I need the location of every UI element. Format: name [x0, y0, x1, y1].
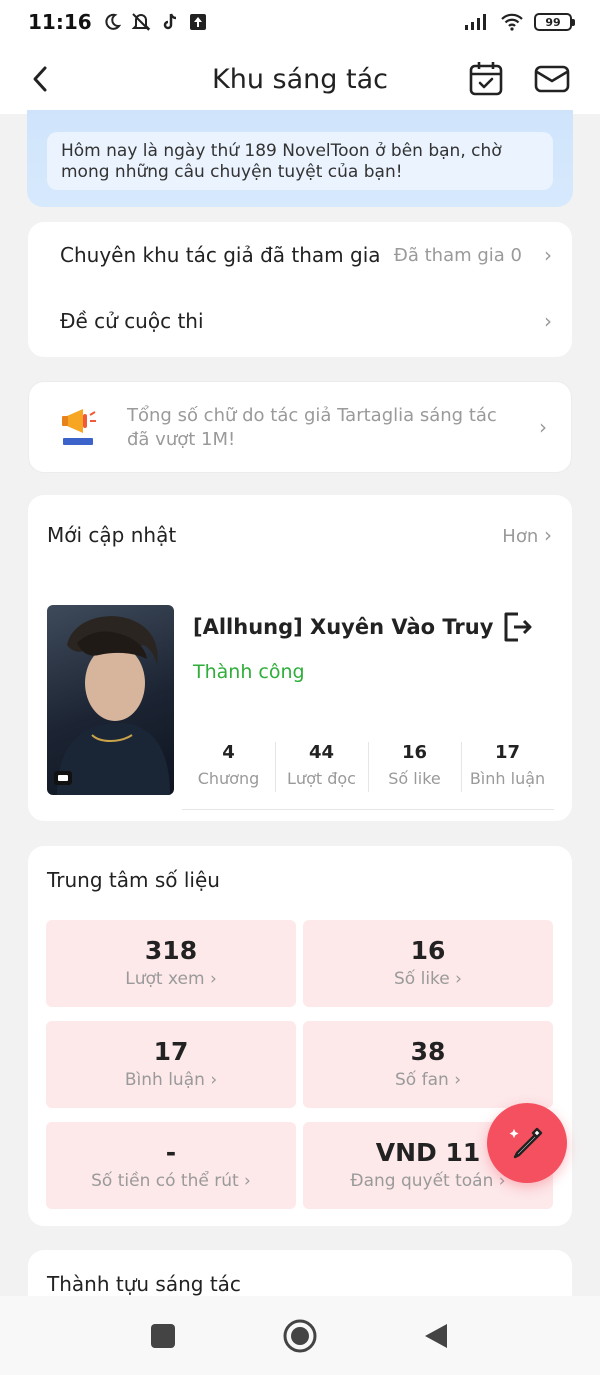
welcome-message: Hôm nay là ngày thứ 189 NovelToon ở bên …: [47, 132, 553, 190]
chevron-right-icon: ›: [455, 969, 462, 989]
tile-views[interactable]: 318 Lượt xem ›: [46, 920, 296, 1007]
more-label: Hơn: [502, 526, 539, 547]
battery-level: 99: [545, 15, 561, 29]
calendar-check-icon: [469, 62, 503, 96]
stat-likes: 16 Số like: [368, 738, 461, 809]
tiktok-icon: [163, 13, 176, 30]
tile-value: 17: [153, 1037, 189, 1066]
upload-notification-icon: [189, 14, 206, 30]
joined-zone-label: Chuyên khu tác giả đã tham gia: [60, 243, 381, 267]
stat-label: Số like: [388, 769, 441, 788]
tile-withdrawable[interactable]: - Số tiền có thể rút ›: [46, 1122, 296, 1209]
stat-value: 16: [401, 742, 428, 763]
mail-button[interactable]: [532, 60, 572, 98]
tile-label: Số like: [394, 969, 450, 989]
notice-text: Tổng số chữ do tác giả Tartaglia sáng tá…: [127, 405, 497, 450]
signal-icon: [465, 14, 486, 30]
tile-fans[interactable]: 38 Số fan ›: [303, 1021, 553, 1108]
tile-value: 16: [410, 936, 446, 965]
back-nav-button[interactable]: [418, 1318, 454, 1354]
stat-label: Bình luận: [469, 769, 546, 788]
pencil-sparkle-icon: [509, 1127, 543, 1159]
triangle-back-icon: [425, 1324, 447, 1348]
megaphone-icon: [62, 409, 96, 445]
joined-zone-value: Đã tham gia 0: [393, 244, 522, 266]
stat-label: Lượt đọc: [287, 769, 356, 788]
tile-value: -: [165, 1138, 177, 1167]
chevron-right-icon: ›: [454, 1070, 461, 1090]
write-fab-button[interactable]: [487, 1103, 567, 1183]
status-bar: 11:16 99: [0, 0, 600, 44]
book-stats: 4 Chương 44 Lượt đọc 16 Số like 17 Bình …: [182, 738, 554, 810]
tile-comments[interactable]: 17 Bình luận ›: [46, 1021, 296, 1108]
app-header: Khu sáng tác: [0, 44, 600, 114]
section-title: Trung tâm số liệu: [47, 868, 220, 892]
tile-likes[interactable]: 16 Số like ›: [303, 920, 553, 1007]
exit-button[interactable]: [500, 610, 534, 644]
stat-label: Chương: [197, 769, 260, 788]
exit-icon: [504, 612, 532, 642]
recents-button[interactable]: [145, 1318, 181, 1354]
tile-value: 38: [410, 1037, 446, 1066]
square-icon: [151, 1324, 175, 1348]
tile-label: Số fan: [395, 1070, 449, 1090]
chevron-left-icon: [33, 66, 47, 92]
recent-updates-card: Mới cập nhật Hơn › [Allhung] Xuyên Vào T…: [28, 495, 572, 821]
section-title: Mới cập nhật: [47, 523, 177, 547]
circle-home-icon: [283, 1319, 317, 1353]
tile-label: Đang quyết toán: [350, 1171, 494, 1191]
wifi-icon: [501, 13, 523, 31]
stat-chapters: 4 Chương: [182, 738, 275, 809]
contest-label: Đề cử cuộc thi: [60, 309, 204, 333]
stat-value: 44: [308, 742, 335, 763]
data-center-card: Trung tâm số liệu 318 Lượt xem › 16 Số l…: [28, 846, 572, 1226]
mail-icon: [534, 65, 570, 93]
page-title: Khu sáng tác: [212, 63, 388, 95]
system-nav-bar: [0, 1296, 600, 1375]
book-title[interactable]: [Allhung] Xuyên Vào Truyệ...: [193, 615, 493, 639]
chevron-right-icon: ›: [544, 523, 552, 547]
chevron-right-icon: ›: [544, 309, 552, 333]
home-button[interactable]: [282, 1318, 318, 1354]
section-title: Thành tựu sáng tác: [47, 1272, 241, 1296]
achievement-notice[interactable]: Tổng số chữ do tác giả Tartaglia sáng tá…: [28, 381, 572, 473]
welcome-banner: Hôm nay là ngày thứ 189 NovelToon ở bên …: [27, 110, 573, 207]
stat-value: 4: [222, 742, 235, 763]
stat-comments: 17 Bình luận: [461, 738, 554, 809]
chevron-right-icon: ›: [244, 1171, 251, 1191]
stat-reads: 44 Lượt đọc: [275, 738, 368, 809]
back-button[interactable]: [22, 61, 58, 97]
stat-value: 17: [494, 742, 521, 763]
more-link[interactable]: Hơn ›: [502, 523, 552, 547]
calendar-button[interactable]: [466, 60, 506, 98]
cover-portrait: [54, 616, 170, 795]
contest-nomination-row[interactable]: Đề cử cuộc thi ›: [28, 288, 572, 354]
tile-label: Lượt xem: [125, 969, 205, 989]
battery-indicator: 99: [534, 13, 575, 31]
chevron-right-icon: ›: [539, 415, 547, 439]
muted-bell-icon: [131, 13, 151, 31]
author-links-card: Chuyên khu tác giả đã tham gia Đã tham g…: [28, 222, 572, 357]
chevron-right-icon: ›: [544, 243, 552, 267]
book-cover[interactable]: [47, 605, 174, 795]
joined-author-zone-row[interactable]: Chuyên khu tác giả đã tham gia Đã tham g…: [28, 222, 572, 288]
status-time: 11:16: [28, 10, 92, 34]
book-status: Thành công: [193, 661, 305, 683]
chevron-right-icon: ›: [210, 1070, 218, 1090]
chevron-right-icon: ›: [209, 969, 217, 989]
tile-value: 318: [144, 936, 198, 965]
moon-icon: [105, 13, 121, 30]
tile-label: Bình luận: [124, 1070, 205, 1090]
tile-label: Số tiền có thể rút: [91, 1171, 239, 1191]
